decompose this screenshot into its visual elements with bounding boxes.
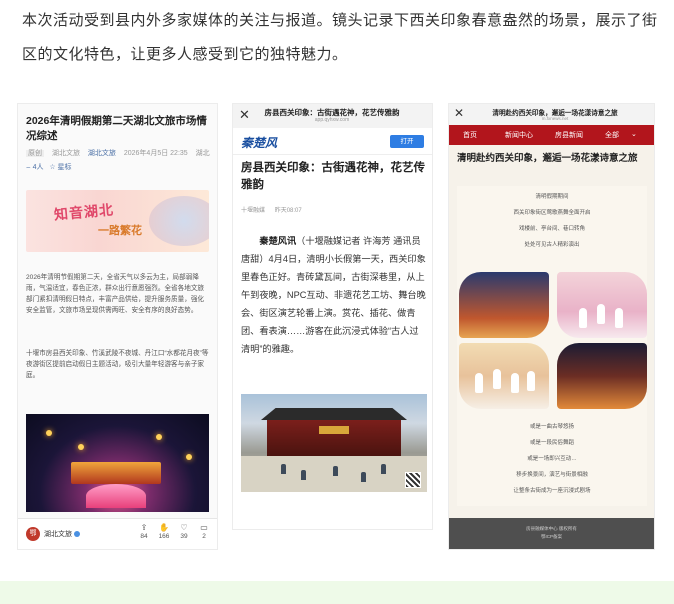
nav-local-news[interactable]: 房县新闻 — [555, 130, 583, 140]
text-line: 或是一段民俗舞蹈 — [529, 440, 574, 446]
lantern — [186, 454, 192, 460]
favorite-stat[interactable]: ♡ 39 — [174, 523, 194, 540]
text-line: 戏楼前、亭台间、巷口转角 — [518, 226, 585, 232]
article-content: 清明假期期间 西关印象街区莺歌燕舞全面开启 戏楼前、亭台间、巷口转角 处处可见古… — [457, 186, 647, 506]
source-name: 十堰融媒 — [241, 208, 266, 214]
nav-all[interactable]: 全部 — [605, 130, 619, 140]
original-tag: 原创 — [26, 150, 44, 157]
photo-night-pavilion — [459, 272, 549, 338]
comment-icon: ▭ — [200, 523, 208, 532]
text-line: 或是一曲古琴悠扬 — [529, 424, 574, 430]
article-meta: 原创 湖北文旅 湖北文旅 2026年4月5日 22:35 湖北 — [26, 148, 216, 158]
share-stat[interactable]: ⇪ 84 — [134, 523, 154, 540]
bar-url: m.fxnews.net — [541, 116, 569, 121]
thumb-up-icon: ✋ — [159, 523, 169, 532]
banner-decoration — [149, 196, 209, 246]
figure — [511, 373, 519, 393]
star-label[interactable]: 星标 — [58, 164, 72, 171]
visitor — [301, 470, 306, 480]
browser-title-bar: ✕ 清明赴约西关印象，邂逅一场花漾诗意之旅 m.fxnews.net — [449, 104, 654, 125]
text-line: 西关印象街区莺歌燕舞全面开启 — [513, 210, 591, 216]
bar-url: app.qyhxw.com — [314, 117, 350, 123]
article-meta: 十堰融媒 昨天08:07 — [241, 205, 310, 214]
account-logo: 鄂 — [26, 527, 40, 541]
lantern — [78, 444, 84, 450]
chevron-down-icon[interactable]: ⌄ — [631, 130, 637, 138]
site-footer: 房县融媒体中心 版权所有 鄂ICP备案 — [449, 518, 654, 549]
source-name: 湖北文旅 — [51, 150, 80, 157]
share-icon: ⇪ — [140, 523, 148, 532]
visitor — [381, 464, 386, 474]
article-text: （十堰融媒记者 许海芳 通讯员 唐甜）4月4日，清明小长假第一天，西关印象里春色… — [241, 236, 426, 354]
brand-logo: 秦楚风 — [241, 136, 278, 150]
hall-sign — [319, 426, 349, 434]
like-stat[interactable]: ✋ 166 — [154, 523, 174, 540]
verified-icon — [74, 531, 80, 537]
publish-time: 昨天08:07 — [274, 208, 302, 214]
figure — [527, 371, 535, 391]
location: 湖北 — [195, 150, 210, 157]
figure — [615, 308, 623, 328]
lantern — [156, 434, 162, 440]
photo-dance-performance — [459, 343, 549, 409]
article-paragraph: 十堰市房县西关印象、竹溪武陵不夜城、丹江口“水都花月夜”等夜游街区提前启动假日主… — [26, 350, 209, 379]
roof — [261, 408, 407, 420]
article-title: 清明赴约西关印象，邂逅一场花漾诗意之旅 — [457, 153, 638, 164]
footer-line: 房县融媒体中心 版权所有 — [526, 526, 577, 531]
article-actions: ⌢ 4人 ☆ 星标 — [26, 162, 72, 172]
night-stage-photo — [26, 414, 209, 512]
article-title: 房县西关印象：古街遇花神，花艺传雅韵 — [241, 162, 425, 191]
photo-night-street — [557, 343, 647, 409]
visitor — [361, 472, 366, 482]
heart-icon: ♡ — [180, 523, 188, 532]
brand-bar: 秦楚风 打开 — [233, 128, 432, 155]
article-title: 2026年清明假期第二天湖北文旅市场情况综述 — [26, 115, 207, 142]
text-line: 移步换景间，演艺与街景相融 — [516, 472, 588, 478]
figure — [475, 373, 483, 393]
lotus-lantern — [86, 484, 146, 508]
article-lead: 秦楚风讯 — [259, 236, 297, 246]
close-icon[interactable]: ✕ — [239, 107, 250, 123]
text-line: 清明假期期间 — [535, 194, 569, 200]
photo-hanfu-girls — [557, 272, 647, 338]
qr-code — [405, 472, 421, 488]
open-app-button[interactable]: 打开 — [390, 135, 424, 148]
visitor — [281, 464, 286, 474]
screenshot-hubei-wenlv: 2026年清明假期第二天湖北文旅市场情况综述 原创 湖北文旅 湖北文旅 2026… — [18, 104, 217, 549]
figure — [597, 304, 605, 324]
ancient-street-photo — [241, 394, 427, 492]
footer-line: 鄂ICP备案 — [540, 534, 562, 539]
nav-home[interactable]: 首页 — [463, 130, 477, 140]
banner-image: 知音湖北 一路繁花 — [26, 190, 209, 252]
browser-title-bar: ✕ 房县西关印象：古街遇花神，花艺传雅韵 app.qyhxw.com — [233, 104, 432, 128]
listen-count[interactable]: 4人 — [33, 164, 44, 171]
site-nav: 首页 新闻中心 房县新闻 全部 ⌄ — [449, 125, 654, 145]
screenshot-qinchufeng: ✕ 房县西关印象：古街遇花神，花艺传雅韵 app.qyhxw.com 秦楚风 打… — [233, 104, 432, 529]
article-footer: 鄂 湖北文旅 ⇪ 84 ✋ 166 ♡ 39 ▭ 2 — [18, 518, 217, 549]
figure — [579, 308, 587, 328]
article-paragraph: 2026年清明节假期第二天，全省天气以多云为主，局部弱降雨，气温适宜，春色正浓，… — [26, 274, 205, 314]
text-line: 让整条古街成为一座沉浸式剧场 — [513, 488, 591, 494]
screenshot-fangxian-news: ✕ 清明赴约西关印象，邂逅一场花漾诗意之旅 m.fxnews.net 首页 新闻… — [449, 104, 654, 549]
text-line: 或是一场即兴互动… — [527, 456, 577, 462]
hall — [267, 420, 401, 456]
lantern — [46, 430, 52, 436]
text-line: 处处可见古人精彩演出 — [524, 242, 580, 248]
star-icon: ☆ — [49, 164, 56, 171]
listen-icon: ⌢ — [26, 164, 31, 171]
banner-line-1: 知音湖北 — [53, 202, 115, 224]
comment-stat[interactable]: ▭ 2 — [194, 523, 214, 540]
account-name[interactable]: 湖北文旅 — [44, 531, 72, 538]
article-body: 秦楚风讯（十堰融媒记者 许海芳 通讯员 唐甜）4月4日，清明小长假第一天，西关印… — [241, 232, 427, 358]
figure — [493, 369, 501, 389]
intro-paragraph: 本次活动受到县内外多家媒体的关注与报道。镜头记录下西关印象春意盎然的场景，展示了… — [22, 12, 658, 63]
publish-date: 2026年4月5日 22:35 — [123, 150, 188, 157]
banner-line-2: 一路繁花 — [98, 224, 142, 237]
bottom-decoration-bar — [0, 581, 674, 604]
visitor — [333, 466, 338, 476]
stage — [71, 462, 161, 484]
close-icon[interactable]: ✕ — [454, 106, 464, 120]
source-link[interactable]: 湖北文旅 — [88, 150, 116, 157]
nav-news-center[interactable]: 新闻中心 — [505, 130, 533, 140]
